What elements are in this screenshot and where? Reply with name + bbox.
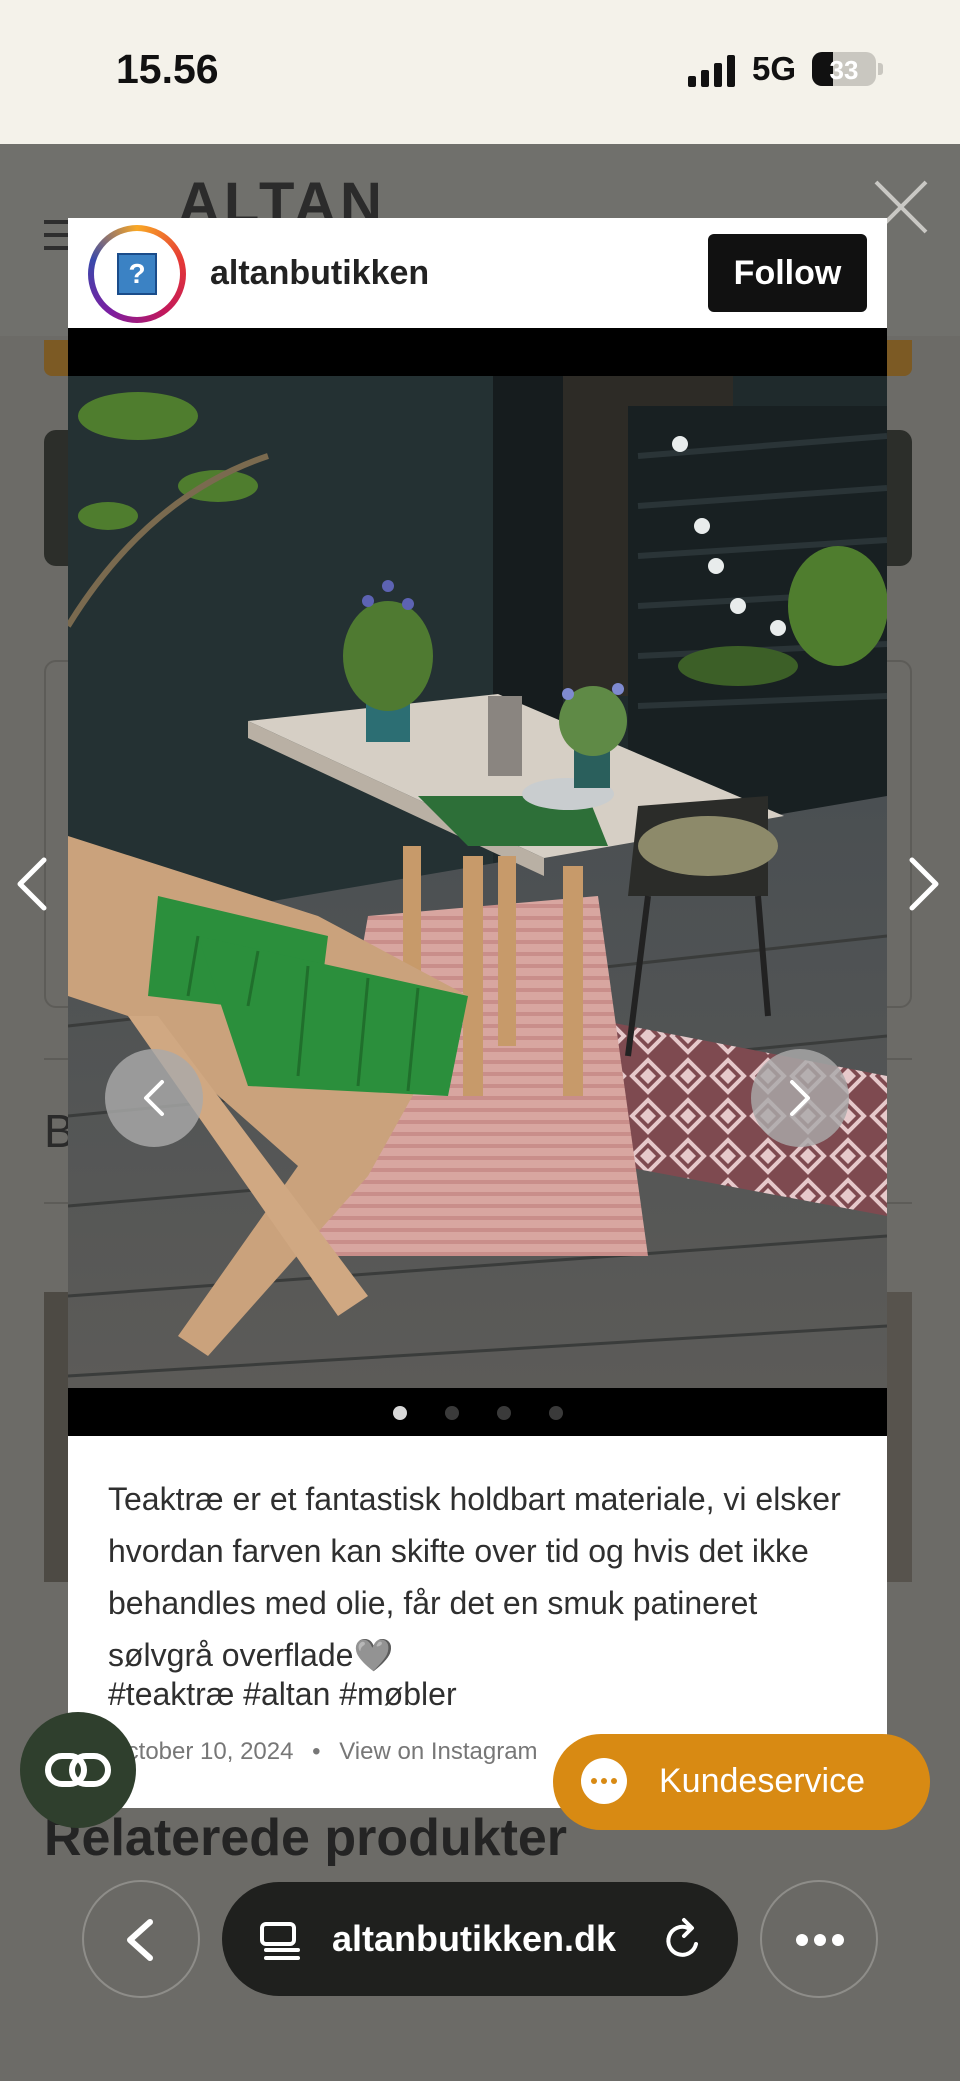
link-icon	[45, 1753, 111, 1787]
chat-widget-button[interactable]	[20, 1712, 136, 1828]
previous-post-arrow-icon[interactable]	[14, 856, 50, 917]
balcony-furniture-photo	[68, 376, 887, 1388]
carousel-dot[interactable]	[393, 1406, 407, 1420]
post-hashtags: #teaktræ #altan #møbler	[108, 1676, 457, 1712]
cellular-signal-icon	[688, 55, 738, 87]
avatar[interactable]: ?	[88, 225, 186, 323]
instagram-post-modal: ? altanbutikken Follow Teaktræ er et fan…	[68, 218, 887, 1808]
meta-separator: •	[312, 1738, 321, 1765]
status-time: 15.56	[116, 46, 219, 92]
view-on-instagram-link[interactable]: View on Instagram	[339, 1738, 537, 1765]
placeholder-image-icon: ?	[117, 253, 157, 295]
avatar-inner: ?	[94, 231, 180, 317]
status-bar: 15.56 5G 33	[0, 0, 960, 144]
network-type: 5G	[752, 50, 797, 87]
battery-tip	[878, 63, 883, 75]
customer-service-label: Kundeservice	[659, 1762, 866, 1800]
post-caption: Teaktræ er et fantastisk holdbart materi…	[108, 1481, 841, 1673]
browser-back-button[interactable]	[82, 1880, 200, 1998]
customer-service-button[interactable]: Kundeservice	[553, 1734, 930, 1830]
post-header: ? altanbutikken Follow	[68, 218, 887, 328]
chevron-left-icon	[127, 1919, 153, 1961]
battery-icon: 33	[812, 52, 876, 86]
carousel-dots	[68, 1388, 887, 1436]
next-post-arrow-icon[interactable]	[906, 856, 942, 917]
post-meta: October 10, 2024 • View on Instagram	[108, 1738, 538, 1766]
more-icon	[796, 1934, 844, 1946]
battery-percent: 33	[829, 55, 859, 85]
browser-more-button[interactable]	[760, 1880, 878, 1998]
account-username[interactable]: altanbutikken	[210, 254, 429, 293]
carousel-next-button[interactable]	[751, 1049, 849, 1147]
carousel-dot[interactable]	[549, 1406, 563, 1420]
post-media	[68, 328, 887, 1436]
address-bar[interactable]: altanbutikken.dk	[222, 1882, 738, 1996]
page-menu-icon[interactable]	[258, 1918, 302, 1962]
carousel-dot[interactable]	[445, 1406, 459, 1420]
follow-button[interactable]: Follow	[708, 234, 867, 312]
carousel-prev-button[interactable]	[105, 1049, 203, 1147]
reload-icon[interactable]	[662, 1916, 706, 1962]
carousel-dot[interactable]	[497, 1406, 511, 1420]
address-url[interactable]: altanbutikken.dk	[332, 1918, 616, 1960]
chat-bubble-icon	[581, 1758, 627, 1804]
